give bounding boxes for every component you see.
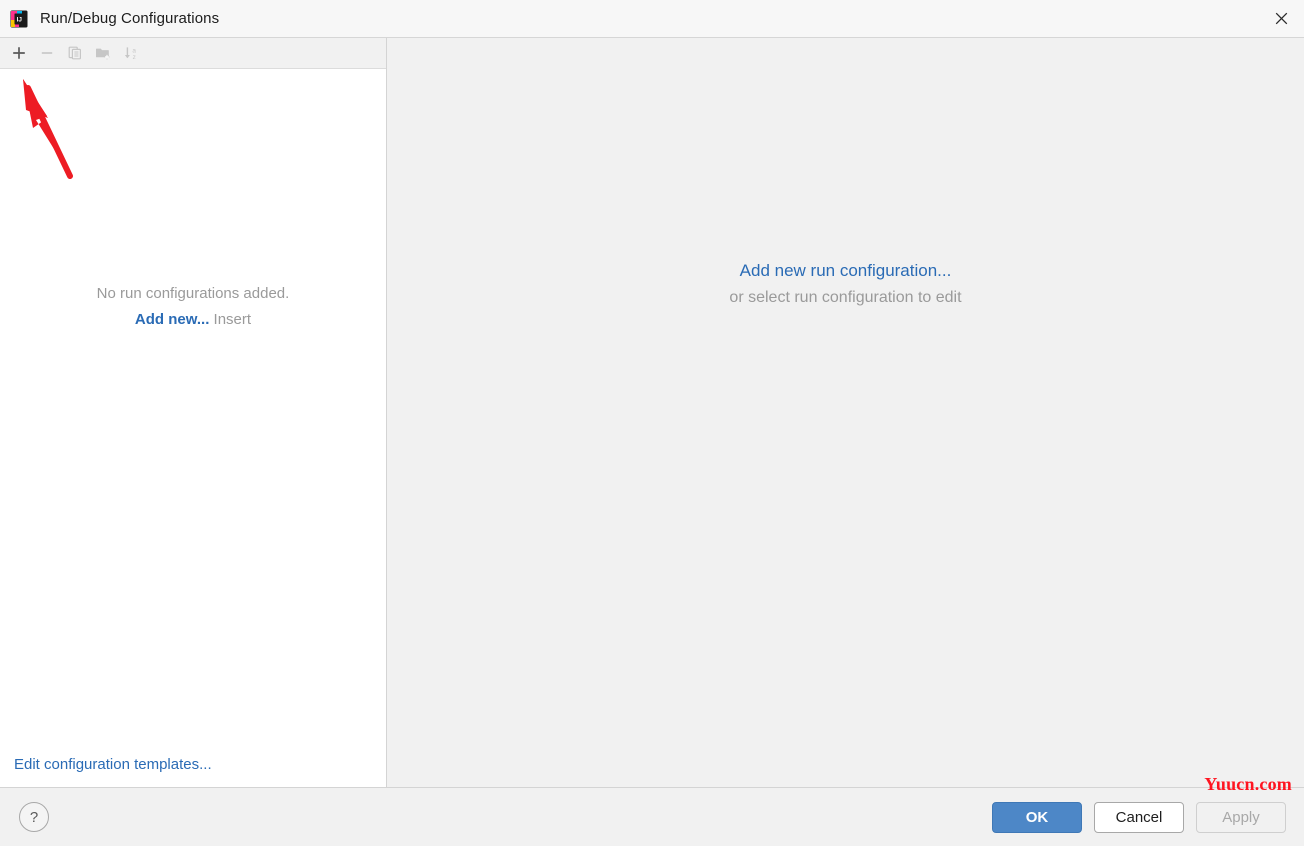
- title-bar: IJ Run/Debug Configurations: [0, 0, 1304, 38]
- editor-hint-text: or select run configuration to edit: [729, 289, 962, 306]
- svg-text:IJ: IJ: [17, 16, 23, 23]
- dialog-footer: ? Yuucn.com OK Cancel Apply: [0, 774, 1304, 846]
- empty-state-message: No run configurations added. Add new... …: [0, 281, 386, 333]
- dialog-buttons: OK Cancel Apply: [992, 801, 1286, 833]
- remove-configuration-button[interactable]: [34, 41, 60, 65]
- help-button[interactable]: ?: [19, 802, 49, 832]
- configuration-editor-pane: Add new run configuration... or select r…: [387, 38, 1304, 787]
- configurations-toolbar: a z: [0, 38, 386, 69]
- add-configuration-button[interactable]: [6, 41, 32, 65]
- intellij-idea-logo-icon: IJ: [10, 10, 28, 28]
- apply-button: Apply: [1196, 801, 1286, 833]
- sort-alphabetically-icon[interactable]: a z: [118, 41, 144, 65]
- configurations-list[interactable]: No run configurations added. Add new... …: [0, 69, 386, 787]
- configurations-list-pane: a z No run configurations added. Add new…: [0, 38, 387, 787]
- dialog-content: a z No run configurations added. Add new…: [0, 38, 1304, 788]
- ok-button[interactable]: OK: [992, 801, 1082, 833]
- run-debug-configurations-dialog: IJ Run/Debug Configurations a z No run c…: [0, 0, 1304, 846]
- cancel-button[interactable]: Cancel: [1094, 801, 1184, 833]
- add-new-shortcut-label: Insert: [213, 311, 252, 328]
- add-new-run-configuration-link[interactable]: Add new run configuration...: [387, 257, 1304, 284]
- copy-configuration-button[interactable]: [62, 41, 88, 65]
- add-new-link[interactable]: Add new...: [135, 311, 209, 328]
- svg-text:z: z: [133, 54, 136, 61]
- close-icon[interactable]: [1258, 0, 1304, 36]
- window-title: Run/Debug Configurations: [40, 10, 220, 27]
- empty-state-text: No run configurations added.: [96, 285, 290, 302]
- empty-state-action-line: Add new... Insert: [0, 307, 386, 333]
- edit-configuration-templates-link[interactable]: Edit configuration templates...: [14, 756, 212, 773]
- create-folder-button[interactable]: [90, 41, 116, 65]
- watermark-text: Yuucn.com: [1204, 774, 1292, 794]
- editor-empty-state: Add new run configuration... or select r…: [387, 257, 1304, 311]
